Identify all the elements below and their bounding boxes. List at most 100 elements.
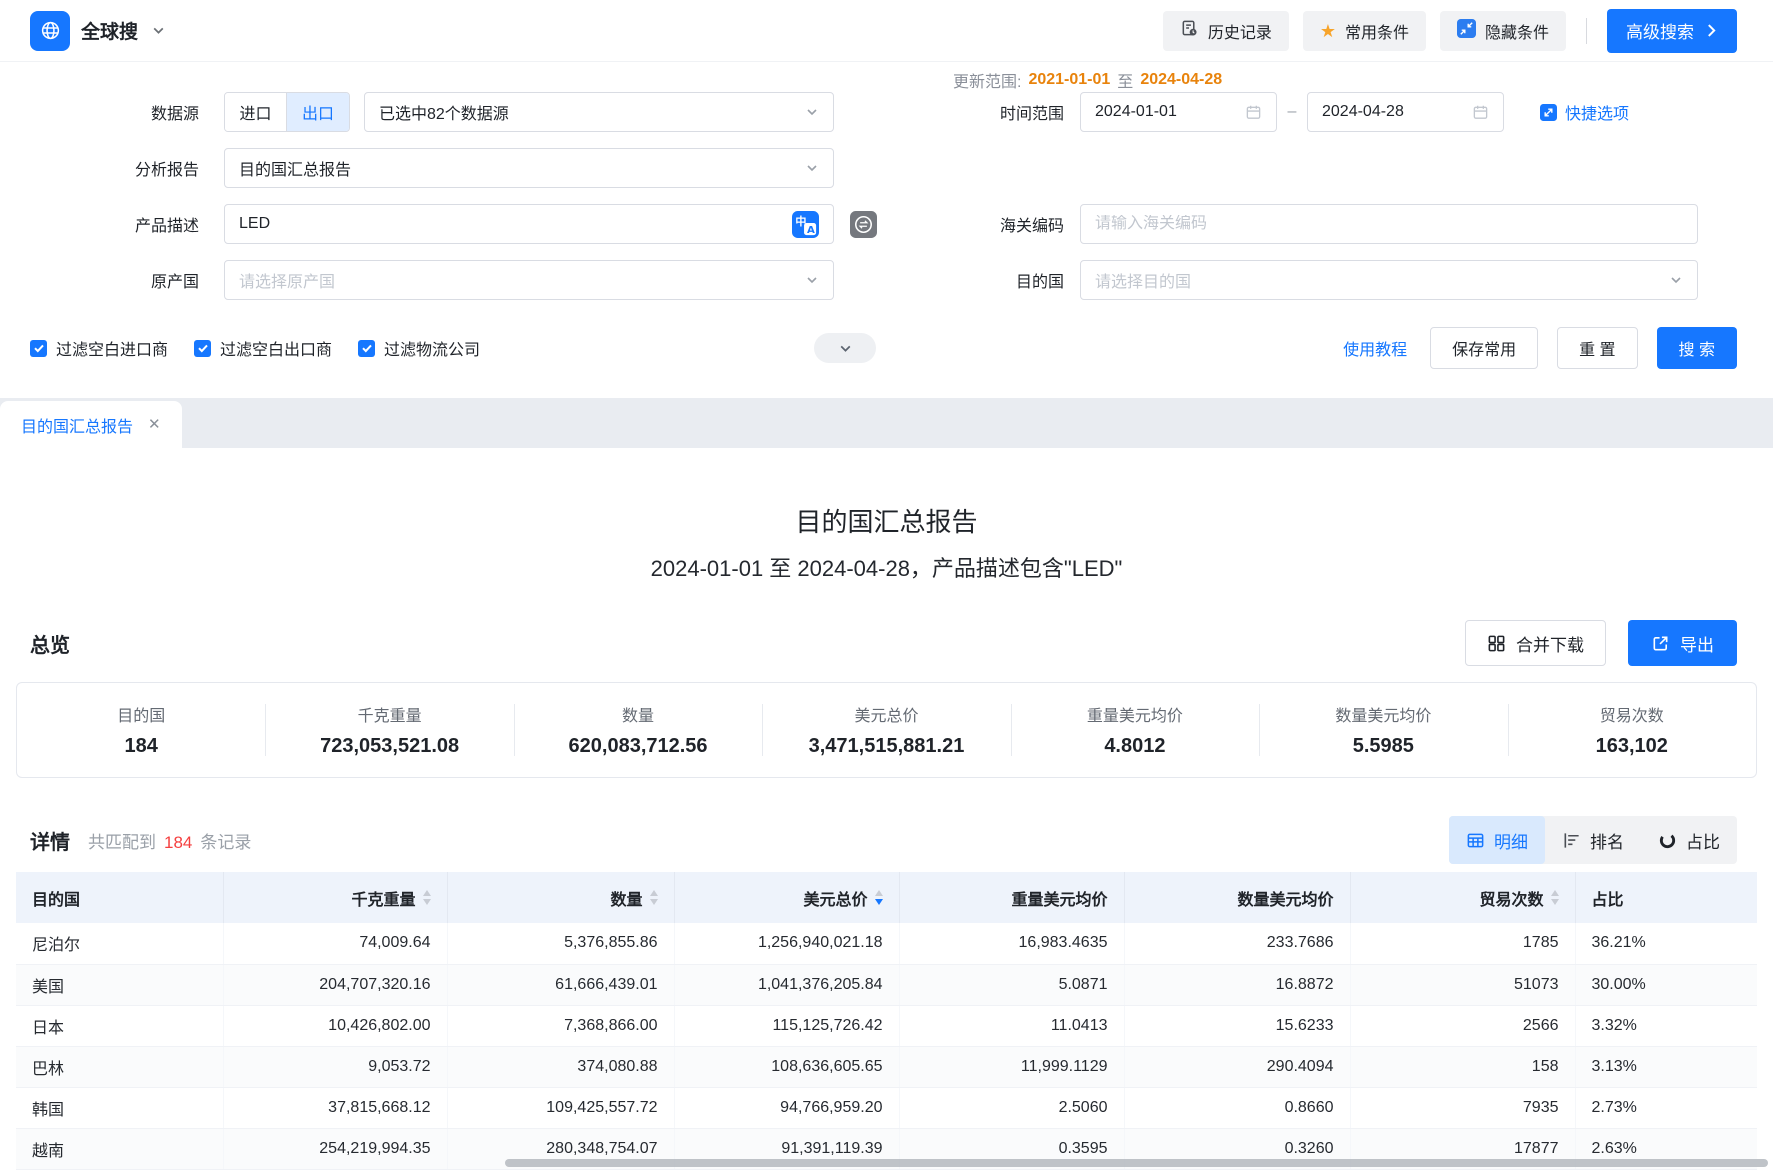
hs-code-label: 海关编码 xyxy=(834,212,1064,236)
history-button[interactable]: 历史记录 xyxy=(1163,11,1289,51)
history-label: 历史记录 xyxy=(1208,19,1272,43)
filter-checkboxes: 过滤空白进口商 过滤空白出口商 过滤物流公司 xyxy=(30,336,480,360)
date-end-input[interactable] xyxy=(1322,103,1472,121)
checkbox-label: 过滤空白进口商 xyxy=(56,336,168,360)
value-cell: 2566 xyxy=(1350,1005,1575,1046)
export-button[interactable]: 导出 xyxy=(1628,620,1737,666)
sort-carets-icon[interactable] xyxy=(650,890,658,905)
table-body: 尼泊尔74,009.645,376,855.861,256,940,021.18… xyxy=(16,923,1757,1169)
data-source-row: 数据源 进口 出口 已选中82个数据源 xyxy=(30,92,834,132)
hs-code-input[interactable] xyxy=(1095,215,1683,233)
tab-destination-report[interactable]: 目的国汇总报告 ✕ xyxy=(0,401,182,448)
column-label: 数量 xyxy=(610,886,642,910)
value-cell: 15.6233 xyxy=(1124,1005,1350,1046)
value-cell: 94,766,959.20 xyxy=(674,1087,899,1128)
column-header[interactable]: 贸易次数 xyxy=(1350,872,1575,923)
merge-download-button[interactable]: 合并下载 xyxy=(1465,620,1606,666)
view-button-pie[interactable]: 占比 xyxy=(1641,816,1737,864)
tutorial-link[interactable]: 使用教程 xyxy=(1343,336,1407,360)
value-cell: 108,636,605.65 xyxy=(674,1046,899,1087)
column-header: 目的国 xyxy=(16,872,223,923)
value-cell: 3.13% xyxy=(1575,1046,1757,1087)
value-cell: 36.21% xyxy=(1575,923,1757,964)
filter-checkbox[interactable]: 过滤空白进口商 xyxy=(30,336,168,360)
origin-country-placeholder: 请选择原产国 xyxy=(239,268,805,292)
report-type-select[interactable]: 目的国汇总报告 xyxy=(224,148,834,188)
checkbox-checked-icon[interactable] xyxy=(194,340,211,357)
value-cell: 16,983.4635 xyxy=(899,923,1124,964)
save-preset-button[interactable]: 保存常用 xyxy=(1430,327,1538,369)
stat-label: 数量 xyxy=(622,702,654,726)
hide-conditions-button[interactable]: 隐藏条件 xyxy=(1440,11,1566,51)
column-label: 目的国 xyxy=(32,886,80,910)
product-input[interactable] xyxy=(239,215,792,233)
report-type-label: 分析报告 xyxy=(30,156,199,180)
checkbox-checked-icon[interactable] xyxy=(30,340,47,357)
sort-carets-icon[interactable] xyxy=(423,890,431,905)
close-icon[interactable]: ✕ xyxy=(148,417,161,432)
stat-item: 美元总价 3,471,515,881.21 xyxy=(762,702,1010,758)
favorites-button[interactable]: ★ 常用条件 xyxy=(1303,11,1426,51)
import-export-toggle: 进口 出口 xyxy=(224,92,350,132)
sort-carets-icon[interactable] xyxy=(875,890,883,905)
checkbox-checked-icon[interactable] xyxy=(358,340,375,357)
destination-cell: 巴林 xyxy=(16,1046,223,1087)
chevron-right-icon xyxy=(1705,24,1718,37)
column-header[interactable]: 千克重量 xyxy=(223,872,447,923)
import-toggle[interactable]: 进口 xyxy=(225,93,287,131)
view-button-rank[interactable]: 排名 xyxy=(1545,816,1641,864)
column-header[interactable]: 美元总价 xyxy=(674,872,899,923)
destination-country-select[interactable]: 请选择目的国 xyxy=(1080,260,1698,300)
hide-conditions-label: 隐藏条件 xyxy=(1485,19,1549,43)
quick-options-link[interactable]: 快捷选项 xyxy=(1540,100,1629,124)
expand-conditions-button[interactable] xyxy=(814,333,876,363)
search-button[interactable]: 搜 索 xyxy=(1657,327,1737,369)
overview-stats: 目的国 184 千克重量 723,053,521.08 数量 620,083,7… xyxy=(16,682,1757,778)
destination-cell: 美国 xyxy=(16,964,223,1005)
date-start-input[interactable] xyxy=(1095,103,1245,121)
value-cell: 2.5060 xyxy=(899,1087,1124,1128)
stat-item: 贸易次数 163,102 xyxy=(1508,702,1756,758)
advanced-search-button[interactable]: 高级搜索 xyxy=(1607,9,1737,53)
stat-label: 美元总价 xyxy=(854,702,918,726)
value-cell: 10,426,802.00 xyxy=(223,1005,447,1046)
chevron-down-icon xyxy=(838,341,853,356)
origin-country-select[interactable]: 请选择原产国 xyxy=(224,260,834,300)
detail-table-icon xyxy=(1466,831,1485,850)
destination-cell: 日本 xyxy=(16,1005,223,1046)
column-header[interactable]: 数量 xyxy=(447,872,674,923)
history-icon xyxy=(1180,19,1199,43)
chevron-down-icon xyxy=(1669,273,1683,287)
value-cell: 254,219,994.35 xyxy=(223,1128,447,1169)
reset-button[interactable]: 重 置 xyxy=(1557,327,1637,369)
destination-country-placeholder: 请选择目的国 xyxy=(1095,268,1669,292)
filter-checkbox[interactable]: 过滤空白出口商 xyxy=(194,336,332,360)
update-range-label: 更新范围: xyxy=(953,68,1021,92)
chevron-down-icon xyxy=(805,273,819,287)
date-start-field[interactable] xyxy=(1080,92,1277,132)
destination-cell: 韩国 xyxy=(16,1087,223,1128)
filter-checkbox[interactable]: 过滤物流公司 xyxy=(358,336,480,360)
value-cell: 5,376,855.86 xyxy=(447,923,674,964)
translate-icon[interactable]: 中 A xyxy=(792,211,819,238)
update-range: 更新范围: 2021-01-01 至 2024-04-28 xyxy=(953,68,1737,92)
origin-country-label: 原产国 xyxy=(30,268,199,292)
merge-download-icon xyxy=(1487,634,1506,653)
column-label: 千克重量 xyxy=(351,886,415,910)
sort-carets-icon[interactable] xyxy=(1551,890,1559,905)
view-label: 明细 xyxy=(1494,828,1528,853)
view-button-detail-table[interactable]: 明细 xyxy=(1449,816,1545,864)
date-end-field[interactable] xyxy=(1307,92,1504,132)
export-toggle[interactable]: 出口 xyxy=(287,93,349,131)
value-cell: 3.32% xyxy=(1575,1005,1757,1046)
topbar: 全球搜 历史记录 ★ 常用条件 隐藏条件 xyxy=(0,0,1773,62)
data-source-label: 数据源 xyxy=(30,100,199,124)
match-suffix: 条记录 xyxy=(200,828,251,853)
brand[interactable]: 全球搜 xyxy=(30,11,166,51)
time-range-row: 时间范围 – 快捷选项 xyxy=(834,92,1737,132)
data-source-select[interactable]: 已选中82个数据源 xyxy=(364,92,834,132)
collapse-icon xyxy=(1457,19,1476,43)
chevron-down-icon[interactable] xyxy=(151,23,166,38)
horizontal-scrollbar-thumb[interactable] xyxy=(505,1159,1768,1167)
stat-label: 贸易次数 xyxy=(1600,702,1664,726)
